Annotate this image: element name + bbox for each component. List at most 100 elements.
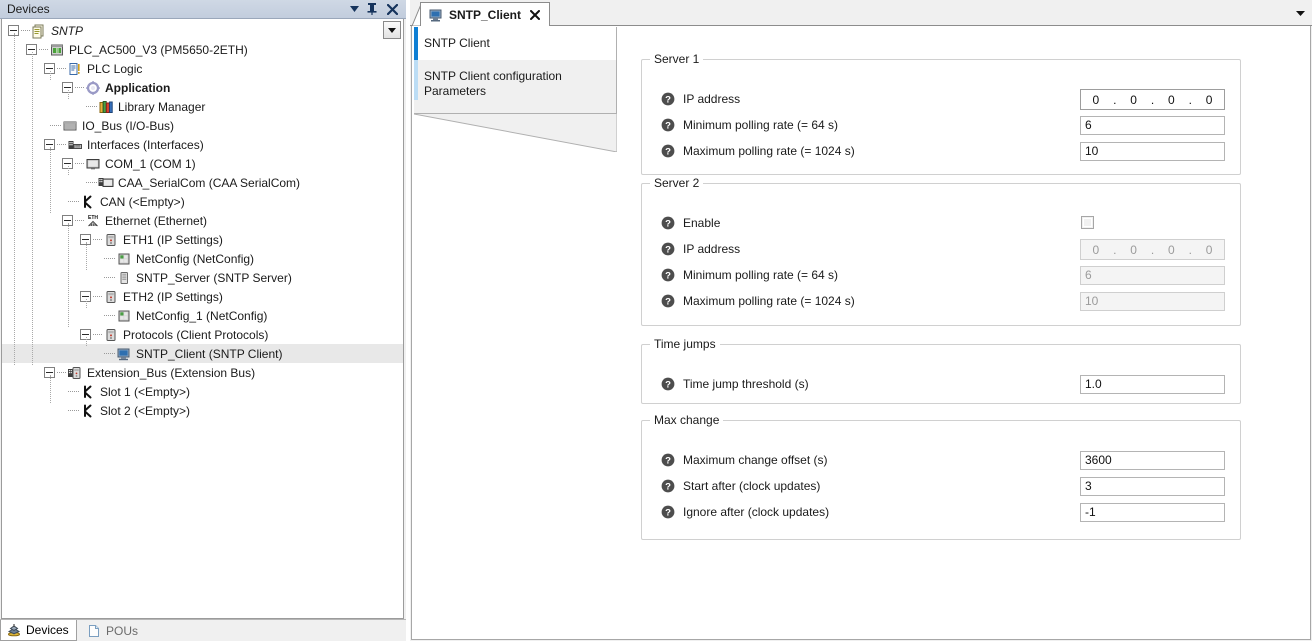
tree-item-label: NetConfig_1 (NetConfig)	[136, 309, 267, 323]
tree-item[interactable]: SNTP	[2, 21, 404, 40]
ethernet-icon: ETH	[85, 213, 101, 229]
tree-item[interactable]: SNTP_Client (SNTP Client)	[2, 344, 404, 363]
tree-item[interactable]: SNTP_Server (SNTP Server)	[2, 268, 404, 287]
ip-separator: .	[1149, 93, 1157, 107]
help-icon[interactable]: ?	[661, 268, 675, 282]
devices-panel-header: Devices	[0, 0, 406, 19]
input-minimum-polling-rate-64-s[interactable]: 6	[1080, 116, 1225, 135]
ip-octet-3[interactable]: 0	[1157, 93, 1187, 107]
device-tree-container[interactable]: SNTP PLC_AC500_V3 (PM5650-2ETH) PLC Logic A…	[1, 19, 404, 619]
tree-guide-line	[50, 71, 51, 81]
help-icon[interactable]: ?	[661, 216, 675, 230]
field-row: ?Start after (clock updates)	[661, 476, 820, 496]
ip-address-input[interactable]: 0.0.0.0	[1080, 89, 1225, 110]
tree-item-label: Application	[105, 81, 170, 95]
com-icon	[85, 156, 101, 172]
close-icon[interactable]	[529, 9, 541, 21]
input-maximum-change-offset-s[interactable]: 3600	[1080, 451, 1225, 470]
ip-separator: .	[1149, 243, 1157, 257]
panel-bottom-tabs: DevicesPOUs	[0, 619, 406, 641]
field-row: ?Minimum polling rate (= 64 s)	[661, 115, 838, 135]
tree-item-label: Library Manager	[118, 100, 205, 114]
tree-item[interactable]: Slot 2 (<Empty>)	[2, 401, 404, 420]
bottom-tab-devices[interactable]: Devices	[0, 620, 77, 641]
help-icon[interactable]: ?	[661, 505, 675, 519]
tree-item[interactable]: IO_Bus (I/O-Bus)	[2, 116, 404, 135]
bottom-tab-pous[interactable]: POUs	[81, 620, 145, 641]
empty-slot-icon	[80, 403, 96, 419]
tabstrip-dropdown-button[interactable]	[1289, 2, 1311, 24]
tree-item-label: SNTP_Client (SNTP Client)	[136, 347, 282, 361]
tree-item-label: PLC_AC500_V3 (PM5650-2ETH)	[69, 43, 248, 57]
tree-item[interactable]: ETH2 (IP Settings)	[2, 287, 404, 306]
tree-item[interactable]: NetConfig (NetConfig)	[2, 249, 404, 268]
serialcom-icon	[98, 175, 114, 191]
tree-item[interactable]: COM_1 (COM 1)	[2, 154, 404, 173]
tab-sntp-client[interactable]: SNTP_Client	[420, 2, 550, 26]
application-icon	[85, 80, 101, 96]
ip-separator: .	[1111, 93, 1119, 107]
field-label: Ignore after (clock updates)	[683, 505, 829, 519]
svg-text:ETH: ETH	[88, 215, 98, 221]
project-icon	[31, 23, 47, 39]
field-row: ?Maximum polling rate (= 1024 s)	[661, 141, 855, 161]
help-icon[interactable]: ?	[661, 144, 675, 158]
subtab-group-line-1: SNTP Client configuration	[424, 69, 616, 84]
pin-icon[interactable]	[364, 1, 380, 17]
input-maximum-polling-rate-1024-s[interactable]: 10	[1080, 142, 1225, 161]
devices-icon	[6, 622, 22, 638]
svg-text:?: ?	[665, 456, 671, 467]
tree-guide-line	[68, 223, 69, 328]
tree-item[interactable]: ETH1 (IP Settings)	[2, 230, 404, 249]
field-label: IP address	[683, 92, 740, 106]
interfaces-icon	[67, 137, 83, 153]
help-icon[interactable]: ?	[661, 377, 675, 391]
svg-text:?: ?	[665, 297, 671, 308]
tree-item-label: CAA_SerialCom (CAA SerialCom)	[118, 176, 300, 190]
field-label: Time jump threshold (s)	[683, 377, 809, 391]
help-icon[interactable]: ?	[661, 118, 675, 132]
tree-item[interactable]: CAA_SerialCom (CAA SerialCom)	[2, 173, 404, 192]
ip-octet-2: 0	[1119, 243, 1149, 257]
sntp-client-icon	[116, 346, 132, 362]
plc-logic-icon	[67, 61, 83, 77]
tree-guide-line	[50, 375, 51, 404]
input-ignore-after-clock-updates[interactable]: -1	[1080, 503, 1225, 522]
group-title: Server 2	[650, 176, 703, 190]
ip-octet-1[interactable]: 0	[1081, 93, 1111, 107]
tree-item[interactable]: ETHEthernet (Ethernet)	[2, 211, 404, 230]
help-icon[interactable]: ?	[661, 294, 675, 308]
tree-item[interactable]: Application	[2, 78, 404, 97]
field-row: ?Enable	[661, 213, 720, 233]
tree-item[interactable]: CAN (<Empty>)	[2, 192, 404, 211]
input-start-after-clock-updates[interactable]: 3	[1080, 477, 1225, 496]
subtab-accent-bar	[414, 27, 418, 60]
ip-octet-2[interactable]: 0	[1119, 93, 1149, 107]
tree-item[interactable]: PLC Logic	[2, 59, 404, 78]
tree-item[interactable]: NetConfig_1 (NetConfig)	[2, 306, 404, 325]
tree-item-label: NetConfig (NetConfig)	[136, 252, 254, 266]
input-time-jump-threshold-s[interactable]: 1.0	[1080, 375, 1225, 394]
svg-text:?: ?	[665, 95, 671, 106]
tree-item-label: Protocols (Client Protocols)	[123, 328, 268, 342]
tree-item[interactable]: Extension_Bus (Extension Bus)	[2, 363, 404, 382]
subtab-configuration-parameters[interactable]: SNTP Client configuration Parameters	[414, 60, 617, 114]
tree-guide-line	[68, 166, 69, 176]
help-icon[interactable]: ?	[661, 92, 675, 106]
tree-item[interactable]: Library Manager	[2, 97, 404, 116]
chevron-down-icon[interactable]	[346, 1, 362, 17]
tree-item[interactable]: Slot 1 (<Empty>)	[2, 382, 404, 401]
ip-address-input: 0.0.0.0	[1080, 239, 1225, 260]
tree-item[interactable]: Protocols (Client Protocols)	[2, 325, 404, 344]
tree-item-label: Interfaces (Interfaces)	[87, 138, 204, 152]
ip-octet-4[interactable]: 0	[1194, 93, 1224, 107]
close-icon[interactable]	[384, 1, 400, 17]
iobus-icon	[62, 118, 78, 134]
help-icon[interactable]: ?	[661, 479, 675, 493]
help-icon[interactable]: ?	[661, 242, 675, 256]
help-icon[interactable]: ?	[661, 453, 675, 467]
tree-item[interactable]: Interfaces (Interfaces)	[2, 135, 404, 154]
subtab-sntp-client[interactable]: SNTP Client	[414, 27, 617, 60]
tree-item[interactable]: PLC_AC500_V3 (PM5650-2ETH)	[2, 40, 404, 59]
sntp-client-icon	[428, 7, 444, 23]
